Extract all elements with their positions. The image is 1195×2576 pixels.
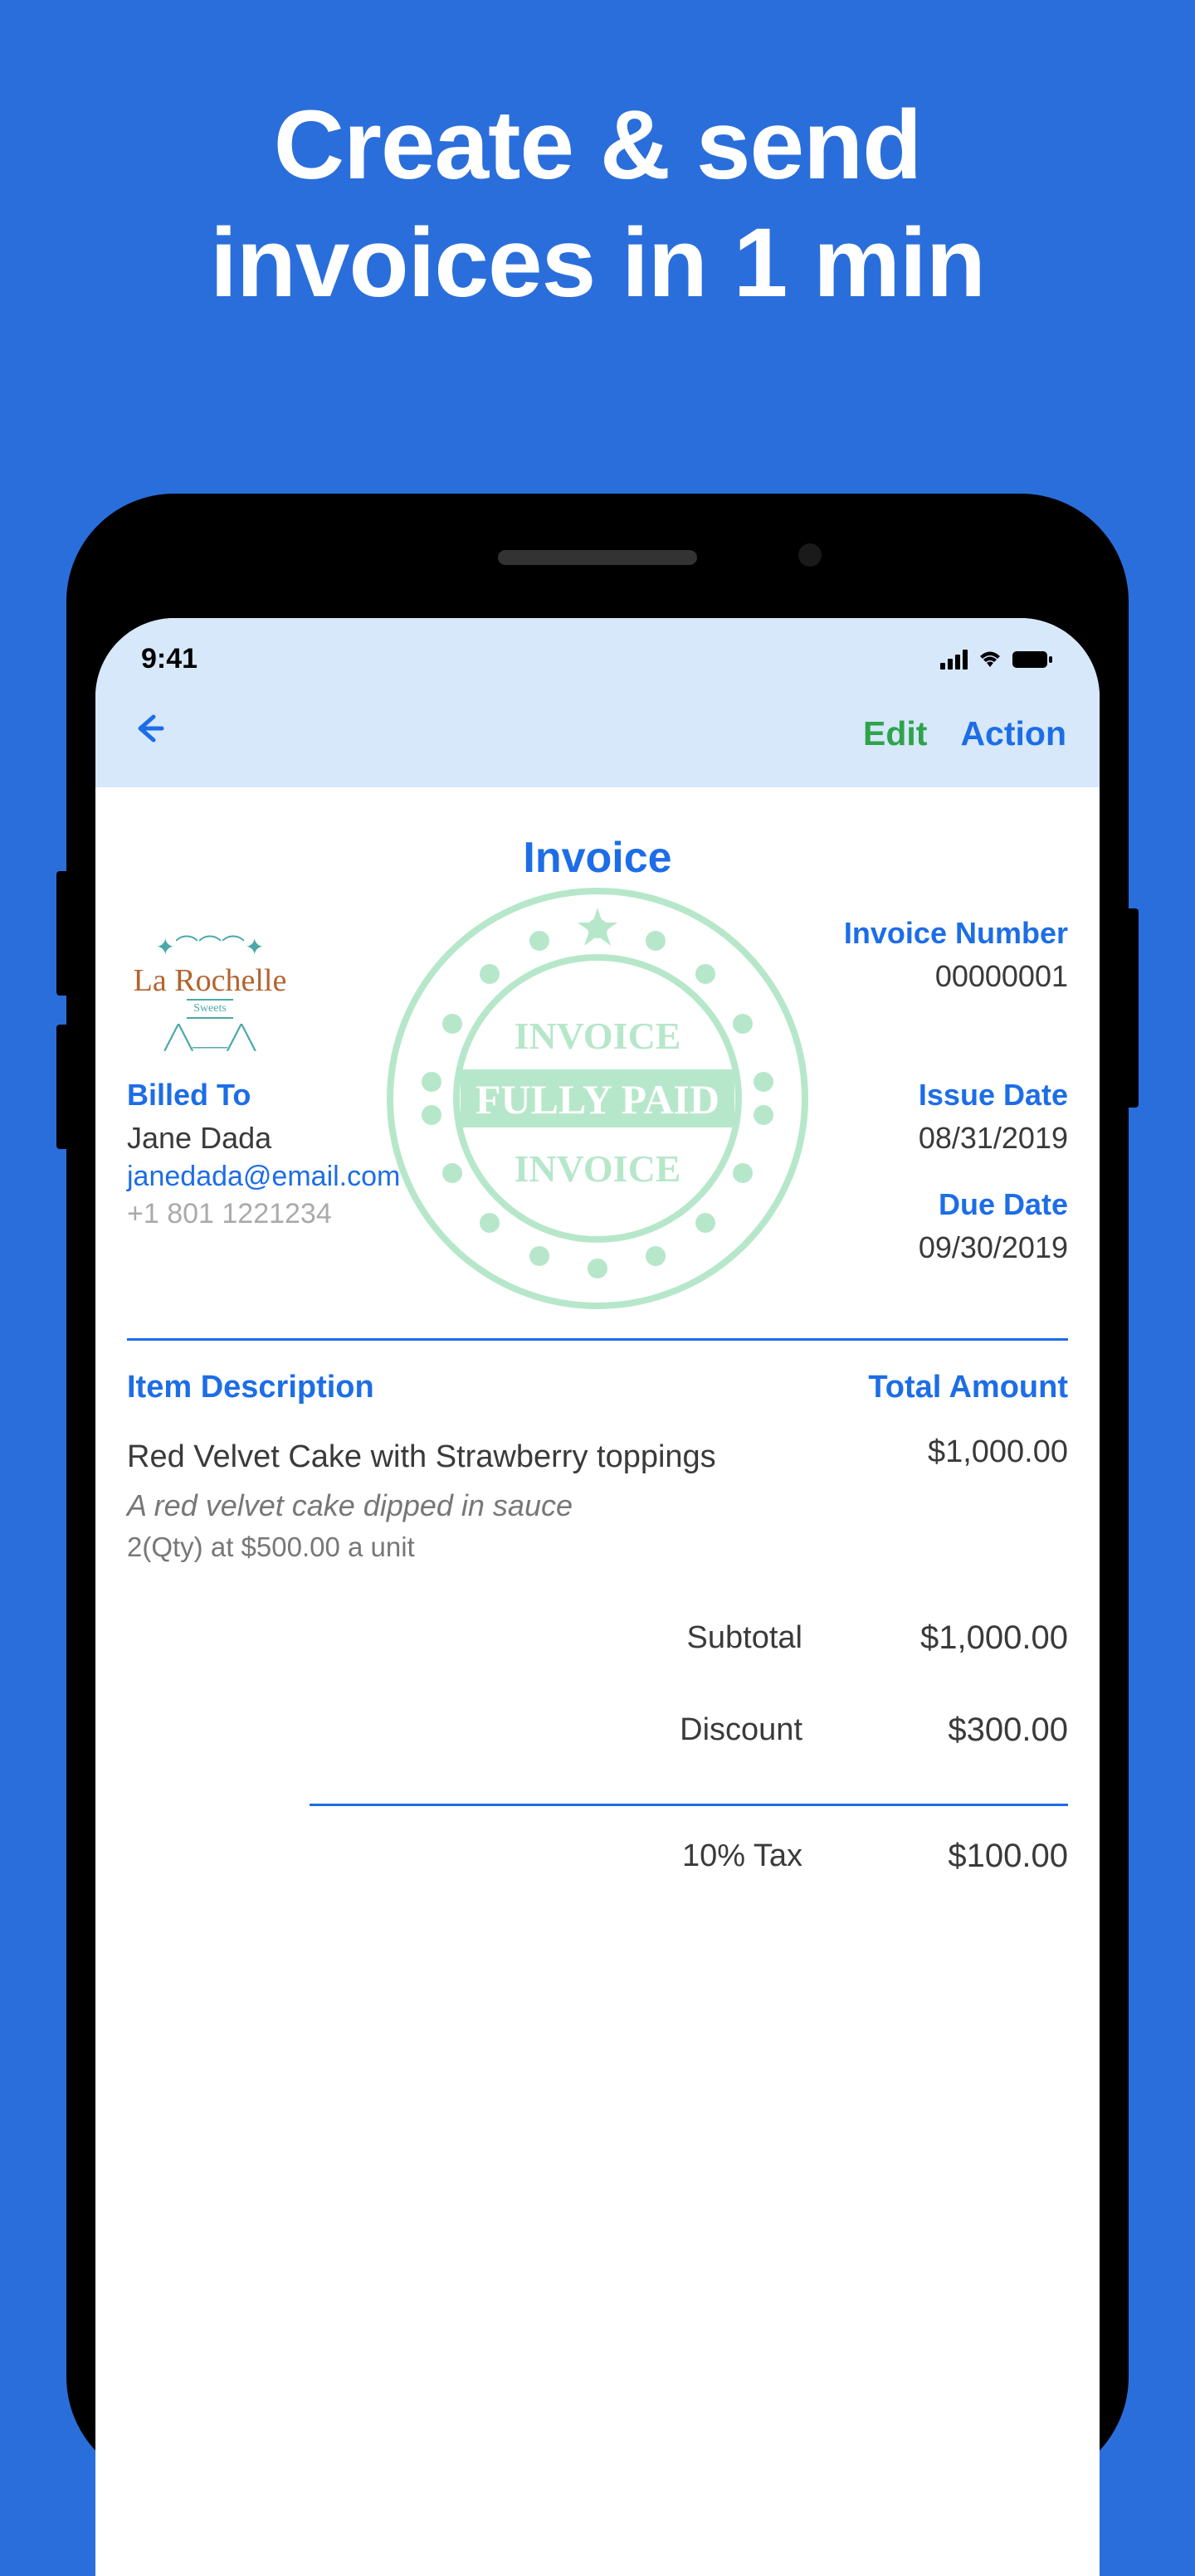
back-arrow-icon [129,709,168,748]
invoice-content: Invoice INVOICE [95,787,1100,1902]
billed-to-label: Billed To [127,1078,919,1113]
discount-value: $300.00 [885,1712,1068,1749]
item-description: A red velvet cake dipped in sauce [127,1488,1068,1523]
status-bar: 9:41 [95,618,1100,688]
summary-divider [310,1804,1068,1806]
invoice-number-label: Invoice Number [844,916,1068,951]
phone-power-button [1129,908,1139,1108]
phone-frame: 9:41 Edit Action Invoice [66,494,1129,2485]
item-name: Red Velvet Cake with Strawberry toppings [127,1434,928,1480]
company-logo: ✦⌒⌒⌒✦ La Rochelle Sweets ╱╲___╱╲ [127,916,293,1065]
cellular-signal-icon [940,650,968,670]
billed-name: Jane Dada [127,1121,919,1156]
billed-email[interactable]: janedada@email.com [127,1161,919,1193]
discount-label: Discount [680,1712,802,1748]
line-item: Red Velvet Cake with Strawberry toppings… [127,1434,1068,1563]
invoice-number-value: 00000001 [844,959,1068,994]
tax-value: $100.00 [885,1838,1068,1875]
wifi-icon [978,650,1002,670]
back-button[interactable] [129,709,168,758]
nav-bar: Edit Action [95,688,1100,787]
phone-volume-down [56,1025,66,1149]
due-date-value: 09/30/2019 [919,1230,1068,1265]
battery-icon [1012,650,1054,670]
phone-camera [798,543,822,567]
action-button[interactable]: Action [960,714,1066,753]
section-divider [127,1338,1068,1341]
status-time: 9:41 [141,643,198,675]
invoice-title: Invoice [127,787,1068,908]
item-qty-line: 2(Qty) at $500.00 a unit [127,1531,1068,1563]
billed-phone: +1 801 1221234 [127,1198,919,1230]
due-date-label: Due Date [919,1187,1068,1222]
col-total: Total Amount [868,1370,1068,1405]
item-amount: $1,000.00 [928,1434,1068,1470]
issue-date-label: Issue Date [919,1078,1068,1113]
tax-label: 10% Tax [682,1838,802,1874]
items-header: Item Description Total Amount [127,1370,1068,1405]
phone-screen: 9:41 Edit Action Invoice [95,618,1100,2576]
phone-volume-up [56,871,66,996]
discount-row: Discount $300.00 [127,1684,1068,1776]
col-description: Item Description [127,1370,374,1405]
subtotal-row: Subtotal $1,000.00 [127,1592,1068,1684]
subtotal-value: $1,000.00 [885,1619,1068,1657]
status-icons [940,650,1054,670]
hero-title: Create & send invoices in 1 min [0,0,1195,322]
phone-speaker [498,550,697,565]
tax-row: 10% Tax $100.00 [127,1833,1068,1902]
subtotal-label: Subtotal [687,1620,802,1656]
edit-button[interactable]: Edit [863,714,927,753]
issue-date-value: 08/31/2019 [919,1121,1068,1156]
